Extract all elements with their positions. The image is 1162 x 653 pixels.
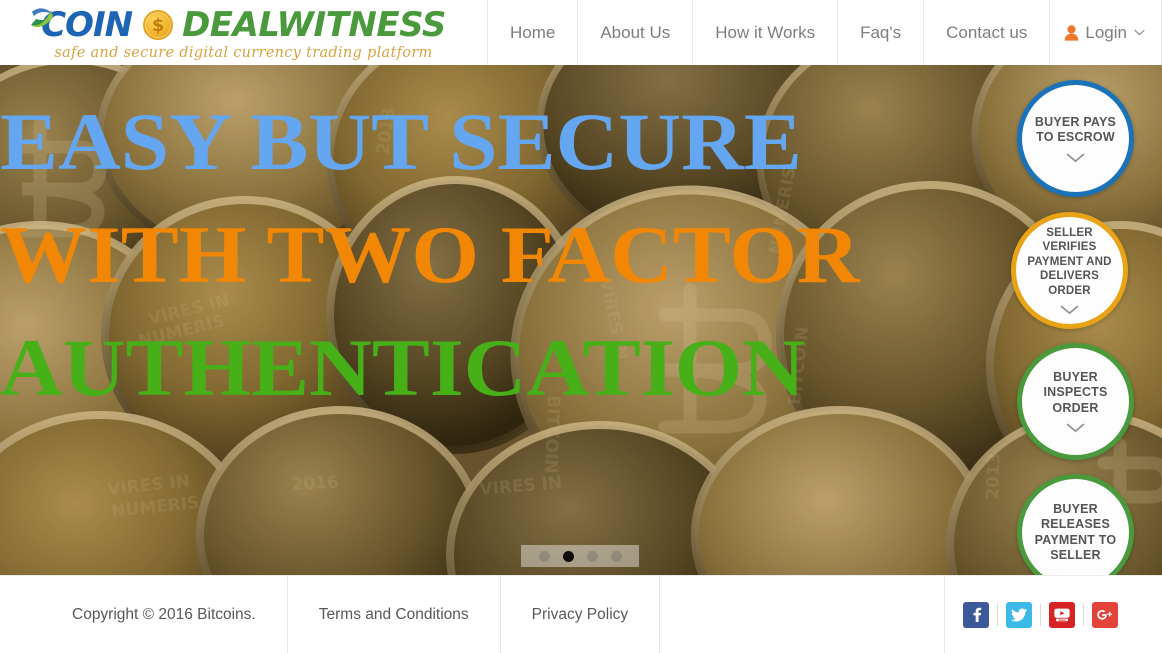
nav-item-login[interactable]: Login [1049, 0, 1162, 65]
badge-label: SELLER VERIFIES PAYMENT AND DELIVERS ORD… [1027, 226, 1112, 297]
chevron-down-icon [1134, 29, 1145, 36]
nav-item-about-us[interactable]: About Us [577, 0, 692, 65]
hero-section: VIRES IN NUMERIS VIRES IN NUMERIS VIRES … [0, 65, 1162, 575]
site-footer: Copyright © 2016 Bitcoins. Terms and Con… [0, 575, 1162, 653]
nav-item-contact-us[interactable]: Contact us [923, 0, 1049, 65]
nav-item-home[interactable]: Home [486, 0, 577, 65]
carousel-dot-1[interactable] [538, 550, 550, 562]
badge-label: BUYER RELEASES PAYMENT TO SELLER [1034, 501, 1117, 563]
badge-label: BUYER INSPECTS ORDER [1043, 369, 1108, 415]
nav-item-faqs[interactable]: Faq's [837, 0, 923, 65]
badge-label: BUYER PAYS TO ESCROW [1034, 114, 1117, 145]
badge-buyer-inspects-order[interactable]: BUYER INSPECTS ORDER [1017, 343, 1134, 460]
svg-text:Tube: Tube [1059, 618, 1066, 622]
chevron-down-icon [1060, 305, 1079, 315]
footer-link-terms-and-conditions[interactable]: Terms and Conditions [288, 576, 501, 653]
youtube-icon[interactable]: Tube [1049, 601, 1075, 628]
carousel-dot-2[interactable] [562, 550, 574, 562]
badge-seller-verifies-payment[interactable]: SELLER VERIFIES PAYMENT AND DELIVERS ORD… [1011, 212, 1128, 329]
footer-link-privacy-policy[interactable]: Privacy Policy [501, 576, 661, 653]
carousel-dot-3[interactable] [586, 550, 598, 562]
chevron-down-icon [1066, 423, 1085, 433]
footer-social-links: Tube [945, 576, 1162, 653]
logo-brand-second: DEALWITNESS [182, 5, 446, 45]
divider [1040, 603, 1041, 626]
divider [997, 603, 998, 626]
page-root: COIN $ DEALWITNESS safe and secure digit… [0, 0, 1162, 653]
carousel-indicators[interactable] [521, 545, 639, 567]
facebook-icon[interactable] [963, 601, 989, 628]
login-label: Login [1085, 22, 1127, 42]
nav-item-how-it-works[interactable]: How it Works [692, 0, 837, 65]
logo-brand-first: COIN [41, 5, 133, 45]
googleplus-icon[interactable] [1092, 601, 1118, 628]
chevron-down-icon [1066, 153, 1085, 163]
footer-spacer [660, 576, 945, 653]
carousel-dot-4[interactable] [610, 550, 622, 562]
main-navigation: Home About Us How it Works Faq's Contact… [486, 0, 1162, 65]
site-header: COIN $ DEALWITNESS safe and secure digit… [0, 0, 1162, 65]
badge-buyer-pays-to-escrow[interactable]: BUYER PAYS TO ESCROW [1017, 80, 1134, 197]
logo-tagline: safe and secure digital currency trading… [54, 45, 433, 61]
user-icon [1064, 24, 1079, 41]
logo-wordmark: COIN $ DEALWITNESS [31, 5, 446, 45]
escrow-steps-badges: BUYER PAYS TO ESCROW SELLER VERIFIES PAY… [984, 80, 1144, 575]
divider [1083, 603, 1084, 626]
badge-buyer-releases-payment[interactable]: BUYER RELEASES PAYMENT TO SELLER [1017, 474, 1134, 575]
logo-coin-icon: $ [143, 10, 174, 40]
twitter-icon[interactable] [1006, 601, 1032, 628]
footer-copyright: Copyright © 2016 Bitcoins. [0, 576, 288, 653]
site-logo[interactable]: COIN $ DEALWITNESS safe and secure digit… [0, 0, 487, 65]
